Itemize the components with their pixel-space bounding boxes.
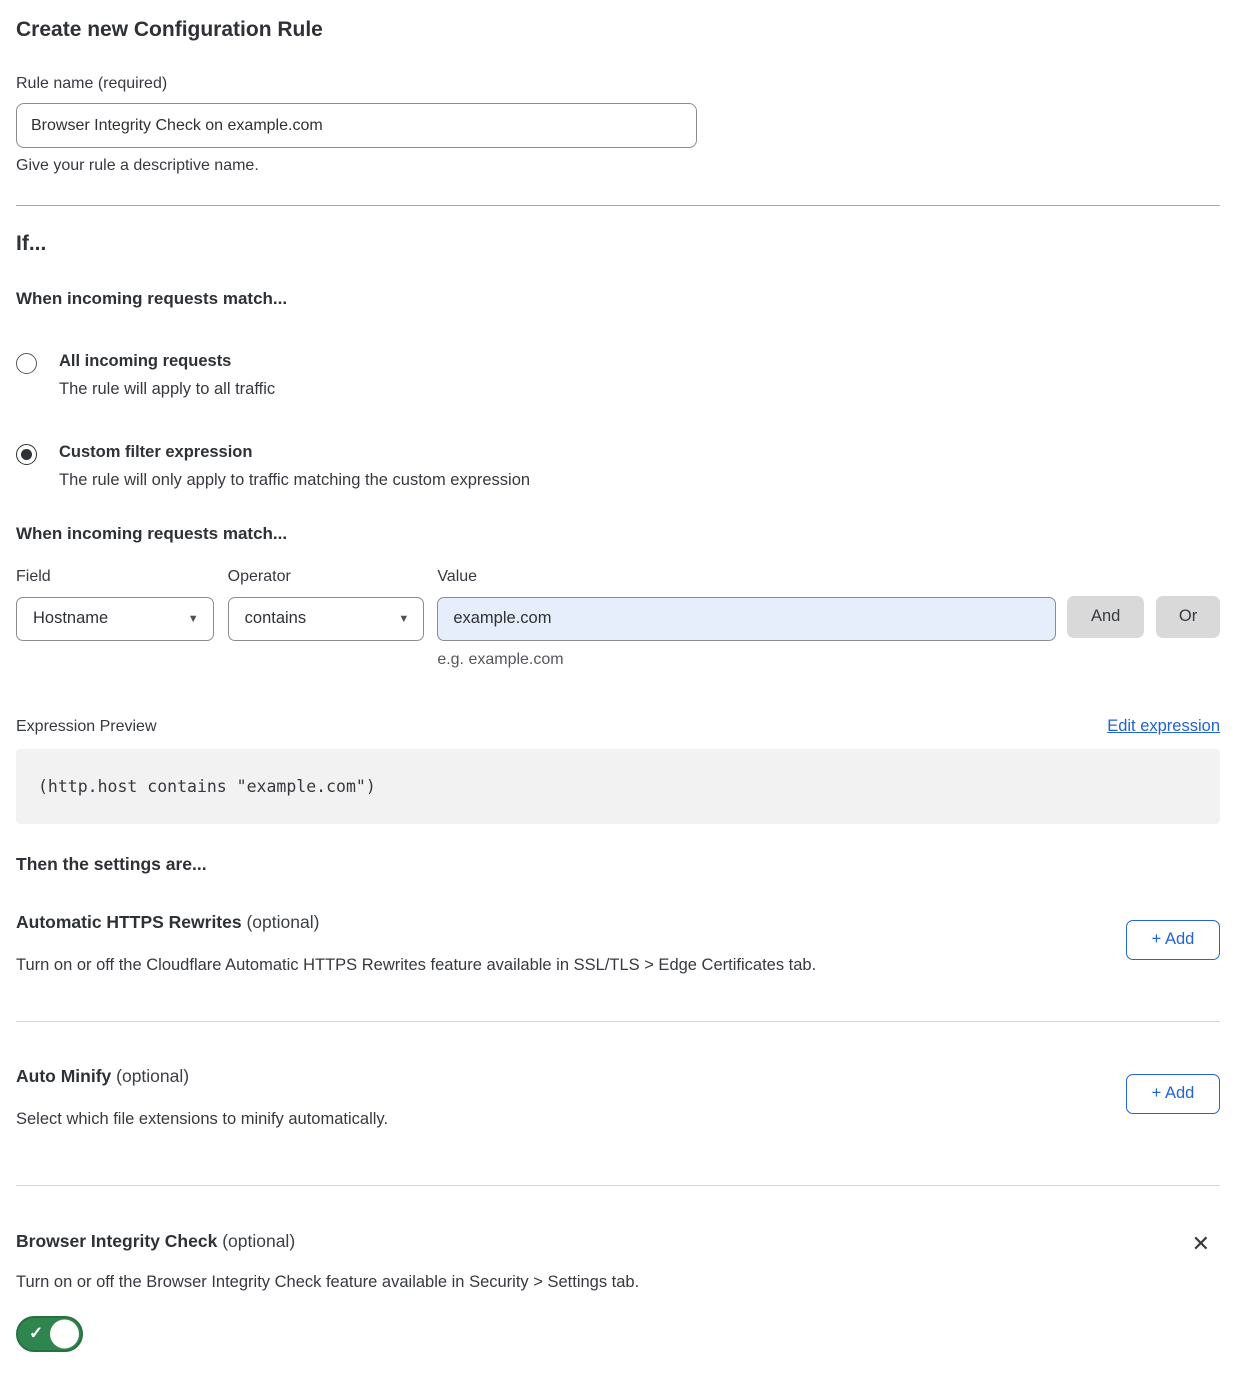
chevron-down-icon: ▼ [188, 613, 199, 625]
and-button[interactable]: And [1067, 596, 1144, 638]
page-title: Create new Configuration Rule [16, 18, 1220, 42]
check-icon: ✓ [29, 1323, 43, 1343]
radio-icon[interactable] [16, 353, 37, 374]
or-button[interactable]: Or [1156, 596, 1220, 638]
setting-automatic-https-rewrites: Automatic HTTPS Rewrites (optional) Turn… [16, 912, 1220, 976]
rule-name-input[interactable] [16, 103, 697, 148]
field-select[interactable]: Hostname ▼ [16, 597, 214, 641]
setting-title: Automatic HTTPS Rewrites [16, 912, 242, 932]
setting-optional-tag: (optional) [222, 1231, 295, 1251]
toggle-knob[interactable] [50, 1319, 79, 1348]
setting-optional-tag: (optional) [246, 912, 319, 932]
edit-expression-link[interactable]: Edit expression [1107, 717, 1220, 736]
radio-description: The rule will apply to all traffic [59, 379, 275, 400]
expression-preview-label: Expression Preview [16, 718, 157, 736]
radio-icon-selected[interactable] [16, 444, 37, 465]
section-divider [16, 1185, 1220, 1186]
radio-description: The rule will only apply to traffic matc… [59, 470, 530, 491]
setting-description: Turn on or off the Cloudflare Automatic … [16, 955, 816, 976]
setting-description: Turn on or off the Browser Integrity Che… [16, 1272, 639, 1293]
field-select-value: Hostname [33, 609, 108, 628]
then-settings-heading: Then the settings are... [16, 854, 1220, 875]
section-divider [16, 205, 1220, 206]
add-automatic-https-rewrites-button[interactable]: + Add [1126, 920, 1220, 960]
value-helper: e.g. example.com [437, 651, 1056, 669]
create-configuration-rule-page: Create new Configuration Rule Rule name … [0, 0, 1237, 1352]
value-label: Value [437, 568, 1056, 586]
value-input[interactable] [437, 597, 1056, 641]
expression-preview-header: Expression Preview Edit expression [16, 717, 1220, 736]
expression-code: (http.host contains "example.com") [38, 777, 376, 796]
setting-title: Auto Minify [16, 1066, 111, 1086]
setting-description: Select which file extensions to minify a… [16, 1109, 388, 1130]
match-heading: When incoming requests match... [16, 289, 1220, 309]
setting-browser-integrity-check: Browser Integrity Check (optional) Turn … [16, 1231, 1220, 1351]
add-auto-minify-button[interactable]: + Add [1126, 1074, 1220, 1114]
if-heading: If... [16, 232, 1220, 256]
radio-custom-filter-expression[interactable]: Custom filter expression The rule will o… [16, 442, 1220, 490]
section-divider [16, 1021, 1220, 1022]
operator-select[interactable]: contains ▼ [228, 597, 425, 641]
setting-title: Browser Integrity Check [16, 1231, 217, 1251]
radio-label: All incoming requests [59, 351, 275, 372]
operator-label: Operator [228, 568, 425, 586]
operator-select-value: contains [245, 609, 306, 628]
radio-all-incoming-requests[interactable]: All incoming requests The rule will appl… [16, 351, 1220, 399]
setting-auto-minify: Auto Minify (optional) Select which file… [16, 1066, 1220, 1130]
radio-label: Custom filter expression [59, 442, 530, 463]
browser-integrity-check-toggle[interactable]: ✓ [16, 1316, 83, 1352]
rule-name-helper: Give your rule a descriptive name. [16, 157, 1220, 175]
field-label: Field [16, 568, 214, 586]
setting-optional-tag: (optional) [116, 1066, 189, 1086]
expression-preview-box: (http.host contains "example.com") [16, 749, 1220, 824]
rule-name-label: Rule name (required) [16, 75, 1220, 93]
chevron-down-icon: ▼ [398, 613, 409, 625]
filter-match-heading: When incoming requests match... [16, 524, 1220, 544]
close-icon[interactable]: ✕ [1192, 1233, 1210, 1255]
filter-expression-builder: Field Hostname ▼ Operator contains ▼ Val… [16, 568, 1220, 669]
